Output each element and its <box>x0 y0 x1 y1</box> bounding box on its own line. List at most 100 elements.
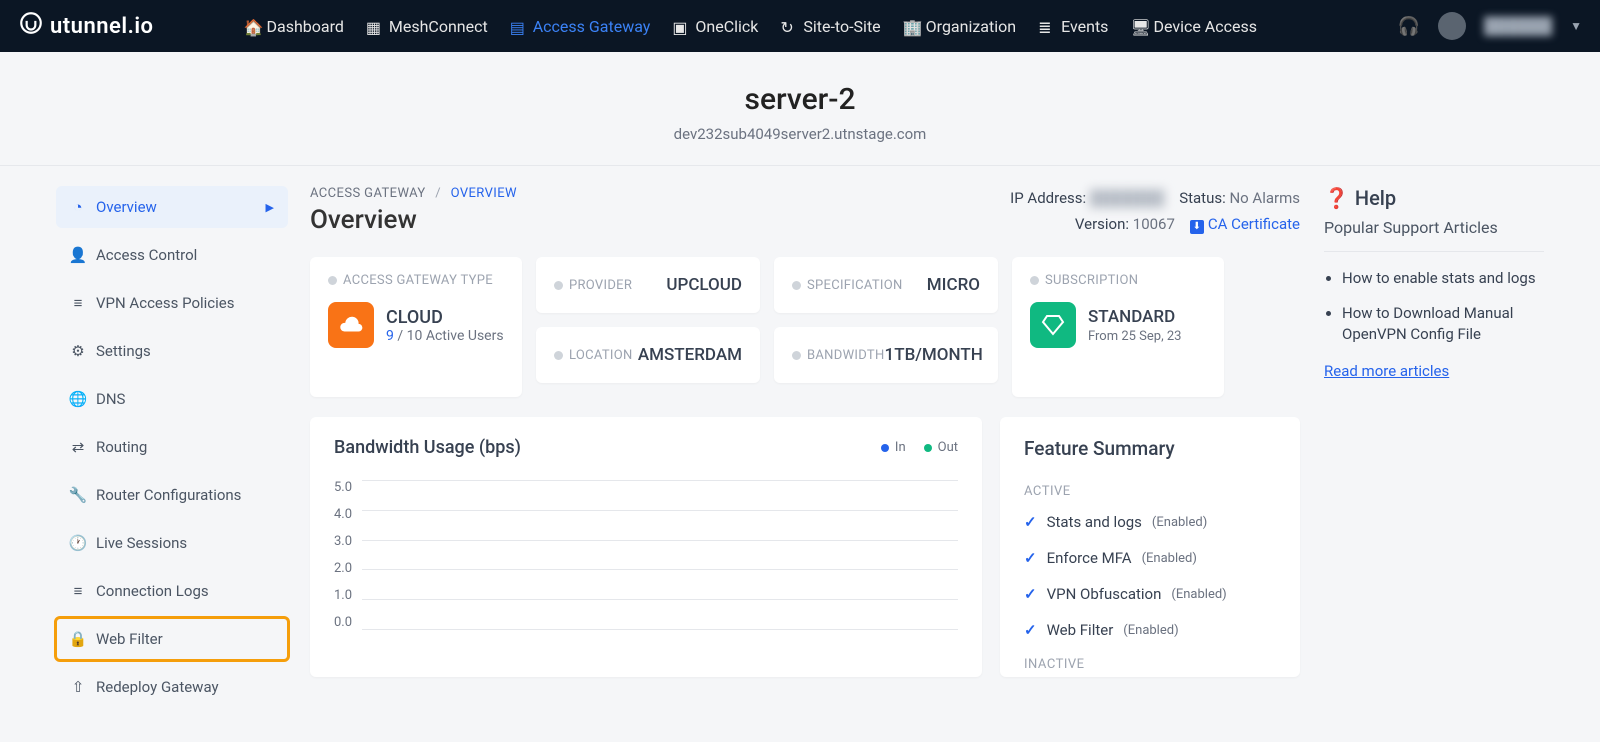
sidebar-item-settings[interactable]: ⚙Settings <box>56 330 288 372</box>
card-subscription: SUBSCRIPTION STANDARD From 25 Sep, 23 <box>1012 257 1224 397</box>
redeploy-icon: ⇧ <box>70 679 86 695</box>
nav-organization[interactable]: 🏢Organization <box>903 0 1016 52</box>
card-type-label: ACCESS GATEWAY TYPE <box>328 273 504 288</box>
sidebar-item-routing[interactable]: ⇄Routing <box>56 426 288 468</box>
brand-icon <box>18 10 44 42</box>
content: ACCESS GATEWAY / OVERVIEW Overview IP Ad… <box>310 186 1544 714</box>
nav-right: 🎧 ██████ ▼ <box>1398 12 1582 40</box>
content-main: ACCESS GATEWAY / OVERVIEW Overview IP Ad… <box>310 186 1300 714</box>
bandwidth-chart-card: Bandwidth Usage (bps) In Out 5.0 4.0 3.0… <box>310 417 982 677</box>
nav-oneclick[interactable]: ▣OneClick <box>672 0 758 52</box>
feature-item: ✓Stats and logs (Enabled) <box>1024 513 1276 531</box>
check-icon: ✓ <box>1024 513 1037 531</box>
chart-title: Bandwidth Usage (bps) <box>334 437 521 458</box>
sidebar-item-connection-logs[interactable]: ≡Connection Logs <box>56 570 288 612</box>
help-article[interactable]: How to enable stats and logs <box>1342 268 1544 289</box>
server-domain: dev232sub4049server2.utnstage.com <box>0 125 1600 143</box>
sidebar-item-redeploy[interactable]: ⇧Redeploy Gateway <box>56 666 288 708</box>
feature-summary-card: Feature Summary ACTIVE ✓Stats and logs (… <box>1000 417 1300 677</box>
user-icon: 👤 <box>70 247 86 263</box>
overview-icon: ◔ <box>70 199 86 215</box>
nav-access-gateway[interactable]: ▤Access Gateway <box>510 0 651 52</box>
cloud-icon <box>328 302 374 348</box>
brand-name: utunnel.io <box>50 14 154 39</box>
ip-label: IP Address: <box>1010 189 1086 207</box>
gateway-icon: ▤ <box>510 18 526 34</box>
status-block: IP Address: ███████ Status: No Alarms Ve… <box>1010 186 1300 237</box>
sidebar-item-web-filter[interactable]: 🔒Web Filter <box>56 618 288 660</box>
help-subtitle: Popular Support Articles <box>1324 218 1544 252</box>
nav-events[interactable]: ≣Events <box>1038 0 1108 52</box>
version-value: 10067 <box>1133 215 1175 233</box>
mesh-icon: ▦ <box>366 18 382 34</box>
home-icon: 🏠 <box>244 18 260 34</box>
col-spec-bandwidth: SPECIFICATION MICRO BANDWIDTH 1TB/MONTH <box>774 257 998 397</box>
help-article[interactable]: How to Download Manual OpenVPN Config Fi… <box>1342 303 1544 345</box>
nav-meshconnect[interactable]: ▦MeshConnect <box>366 0 488 52</box>
tag-icon <box>792 281 801 290</box>
policies-icon: ≡ <box>70 295 86 311</box>
check-icon: ✓ <box>1024 585 1037 603</box>
chart-grid <box>362 480 958 630</box>
card-gateway-type: ACCESS GATEWAY TYPE CLOUD 9 / 10 Active … <box>310 257 522 397</box>
sidebar-item-router-config[interactable]: 🔧Router Configurations <box>56 474 288 516</box>
sidebar-item-vpn-policies[interactable]: ≡VPN Access Policies <box>56 282 288 324</box>
feature-item: ✓Enforce MFA (Enabled) <box>1024 549 1276 567</box>
help-icon: ❓ <box>1324 186 1349 210</box>
clock-icon: 🕐 <box>70 535 86 551</box>
bandwidth-value: 1TB/MONTH <box>885 345 983 365</box>
card-location: LOCATION AMSTERDAM <box>536 327 760 383</box>
sidebar-item-dns[interactable]: 🌐DNS <box>56 378 288 420</box>
sidebar-item-live-sessions[interactable]: 🕐Live Sessions <box>56 522 288 564</box>
y-axis: 5.0 4.0 3.0 2.0 1.0 0.0 <box>334 480 362 630</box>
tag-icon <box>554 281 563 290</box>
legend-in: In <box>881 440 906 455</box>
sidebar-item-overview[interactable]: ◔ Overview ▶ <box>56 186 288 228</box>
location-value: AMSTERDAM <box>638 345 742 365</box>
lower-row: Bandwidth Usage (bps) In Out 5.0 4.0 3.0… <box>310 417 1300 677</box>
feature-item: ✓VPN Obfuscation (Enabled) <box>1024 585 1276 603</box>
breadcrumb-current: OVERVIEW <box>451 186 517 201</box>
spec-value: MICRO <box>927 275 980 295</box>
check-icon: ✓ <box>1024 621 1037 639</box>
page-title: Overview <box>310 205 517 235</box>
read-more-link[interactable]: Read more articles <box>1324 362 1449 380</box>
card-type-value: CLOUD <box>386 307 504 328</box>
sidebar-item-access-control[interactable]: 👤Access Control <box>56 234 288 276</box>
user-name[interactable]: ██████ <box>1484 16 1552 36</box>
support-icon[interactable]: 🎧 <box>1398 16 1420 37</box>
card-specification: SPECIFICATION MICRO <box>774 257 998 313</box>
tag-icon <box>328 276 337 285</box>
breadcrumb-sep: / <box>435 186 441 201</box>
status-label: Status: <box>1179 189 1226 207</box>
wrench-icon: 🔧 <box>70 487 86 503</box>
globe-icon: 🌐 <box>70 391 86 407</box>
nav-device-access[interactable]: 🖥Device Access <box>1130 0 1257 52</box>
nav-items: 🏠Dashboard ▦MeshConnect ▤Access Gateway … <box>244 0 1257 52</box>
legend-out: Out <box>924 440 958 455</box>
breadcrumb-root[interactable]: ACCESS GATEWAY <box>310 186 426 201</box>
nav-site-to-site[interactable]: ↻Site-to-Site <box>780 0 880 52</box>
brand-logo[interactable]: utunnel.io <box>18 10 154 42</box>
server-header: server-2 dev232sub4049server2.utnstage.c… <box>0 52 1600 166</box>
tag-icon <box>554 351 563 360</box>
ip-value: ███████ <box>1090 189 1164 207</box>
sub-value: STANDARD <box>1088 307 1181 327</box>
chevron-right-icon: ▶ <box>266 201 274 214</box>
help-articles: How to enable stats and logs How to Down… <box>1342 268 1544 345</box>
check-icon: ✓ <box>1024 549 1037 567</box>
feature-inactive-label: INACTIVE <box>1024 657 1276 672</box>
ca-certificate-link[interactable]: CA Certificate <box>1208 215 1300 233</box>
avatar[interactable] <box>1438 12 1466 40</box>
chevron-down-icon[interactable]: ▼ <box>1570 19 1582 33</box>
oneclick-icon: ▣ <box>672 18 688 34</box>
sub-date: From 25 Sep, 23 <box>1088 329 1181 344</box>
main: ◔ Overview ▶ 👤Access Control ≡VPN Access… <box>0 166 1600 714</box>
events-icon: ≣ <box>1038 18 1054 34</box>
breadcrumb: ACCESS GATEWAY / OVERVIEW <box>310 186 517 201</box>
routing-icon: ⇄ <box>70 439 86 455</box>
nav-dashboard[interactable]: 🏠Dashboard <box>244 0 344 52</box>
tag-icon <box>792 351 801 360</box>
logs-icon: ≡ <box>70 583 86 599</box>
org-icon: 🏢 <box>903 18 919 34</box>
